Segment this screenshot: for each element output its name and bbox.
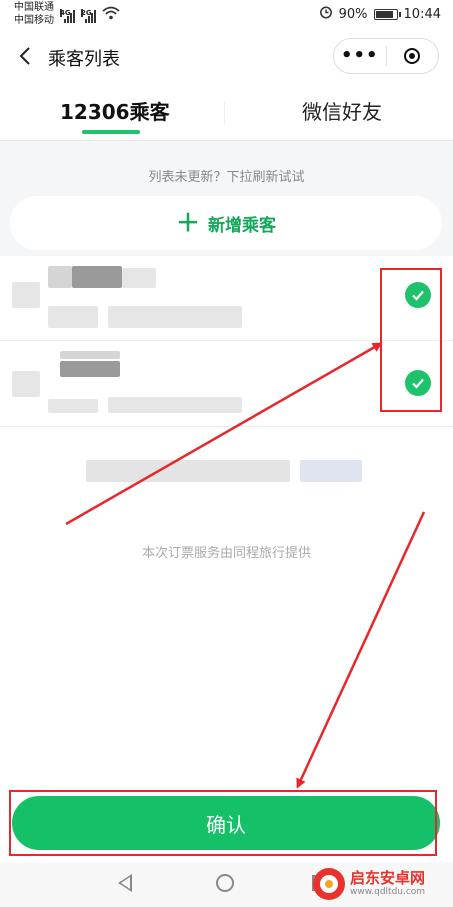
blurred-id-type: [48, 399, 98, 413]
row-divider: [0, 426, 453, 427]
clock: 10:44: [403, 6, 441, 22]
blurred-info-text: [86, 460, 290, 482]
signal-2g-icon: 2G: [81, 9, 96, 23]
battery-percent: 90%: [338, 6, 368, 22]
blurred-name: [122, 268, 156, 288]
page-title: 乘客列表: [48, 49, 120, 70]
service-provider-note: 本次订票服务由同程旅行提供: [141, 546, 311, 561]
annotation-box-confirm: [9, 790, 437, 856]
tab-12306-passengers[interactable]: 12306乘客: [60, 96, 170, 125]
tab-wechat-friends[interactable]: 微信好友: [302, 96, 382, 125]
system-back-icon[interactable]: [118, 874, 132, 892]
blurred-name: [72, 266, 122, 288]
watermark-title: 启东安卓网: [350, 869, 426, 887]
battery-fill: [375, 10, 393, 18]
blurred-id-number: [108, 306, 242, 328]
blurred-name: [60, 351, 120, 359]
watermark-url: www.qdltdu.com: [350, 887, 426, 897]
system-home-icon[interactable]: [216, 874, 234, 892]
more-icon[interactable]: •••: [334, 39, 386, 73]
signal-icons: 4G 2G: [60, 6, 120, 23]
carrier-info: 中国联通 中国移动: [14, 1, 54, 27]
watermark-logo-icon: [313, 868, 345, 900]
status-right: 90% 10:44: [319, 5, 441, 23]
blurred-avatar: [12, 371, 40, 397]
alarm-icon: [319, 5, 333, 23]
blurred-name: [48, 266, 72, 288]
add-passenger-label: 新增乘客: [208, 215, 276, 236]
carrier-1: 中国联通: [14, 2, 54, 13]
carrier-2: 中国移动: [14, 15, 54, 26]
close-miniprogram-icon[interactable]: [386, 48, 438, 64]
status-bar: 中国联通 中国移动 4G 2G 90% 10:44: [0, 0, 453, 30]
blurred-avatar: [12, 282, 40, 308]
blurred-info-link: [300, 460, 362, 482]
plus-icon: ＋: [176, 209, 200, 237]
back-icon[interactable]: [14, 44, 38, 68]
blurred-name: [60, 361, 120, 377]
tab-bar: 12306乘客 微信好友: [0, 88, 453, 140]
wifi-icon: [102, 6, 120, 23]
signal-4g-icon: 4G: [60, 9, 75, 23]
watermark: 启东安卓网 www.qdltdu.com: [313, 864, 453, 904]
annotation-box-checkmarks: [380, 268, 442, 412]
refresh-hint: 列表未更新？下拉刷新试试: [148, 170, 305, 185]
battery-icon: [373, 8, 401, 20]
nav-bar: 乘客列表 •••: [0, 36, 453, 78]
mini-program-capsule: •••: [333, 38, 439, 74]
blurred-id-number: [108, 397, 242, 413]
blurred-id-type: [48, 306, 98, 328]
active-tab-indicator: [82, 130, 140, 134]
add-passenger-button[interactable]: ＋ 新增乘客: [10, 196, 442, 250]
tab-separator: [224, 102, 225, 124]
